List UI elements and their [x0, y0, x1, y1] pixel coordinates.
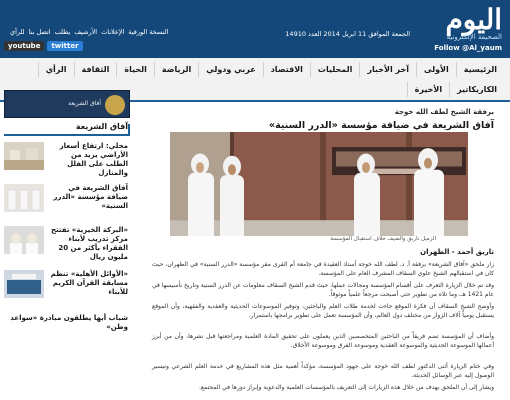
- article-photo: [170, 132, 468, 236]
- nav-item-last-page[interactable]: الأخيرة: [406, 82, 449, 97]
- nav-item-first[interactable]: الأولى: [415, 62, 456, 77]
- thumbnail-image: [4, 270, 44, 298]
- sidebar-list-item[interactable]: محلي: ارتفاع أسعار الأراضي يزيد من الطلب…: [4, 142, 130, 182]
- youtube-button[interactable]: youtube: [4, 41, 45, 51]
- photo-caption: الزميل تاربق والضيف خلاف استقبال المؤسسة: [330, 236, 436, 242]
- sidebar-section-title: آفاق الشريعة: [75, 122, 128, 131]
- sidebar-item-title: شباب أبها يطلقون مبادرة «سواعد وطن»: [10, 314, 128, 331]
- article-headline: آفاق الشريعة في ضيافة مؤسسة «الدرر السني…: [268, 120, 494, 131]
- sidebar-item-title: «البركة الخيرية» تفتتح مركز تدريب لأبناء…: [50, 226, 128, 261]
- header-link-print[interactable]: النسخة الورقية: [128, 28, 168, 36]
- sidebar-item-title: محلي: ارتفاع أسعار الأراضي يزيد من الطلب…: [59, 142, 128, 177]
- header-links: النسخة الورقية الإعلانات الأرشيف يطلب ات…: [10, 28, 168, 36]
- header-link-archive[interactable]: الأرشيف: [74, 28, 97, 36]
- nav-item-sports[interactable]: الرياضة: [153, 62, 198, 77]
- article-kicker: برفقة الشيخ لطف الله خوجة: [394, 108, 494, 116]
- sidebar-banner[interactable]: آفاق الشريعة: [4, 90, 130, 118]
- article: برفقة الشيخ لطف الله خوجة آفاق الشريعة ف…: [140, 108, 506, 400]
- sidebar-section-header: آفاق الشريعة: [4, 122, 130, 136]
- thumbnail-image: [4, 184, 44, 212]
- nav-item-culture[interactable]: الثقافة: [73, 62, 117, 77]
- header-link-request[interactable]: يطلب: [55, 28, 71, 36]
- nav-item-caricature[interactable]: الكاريكاتير: [449, 82, 504, 97]
- thumbnail-image: [4, 226, 44, 254]
- article-paragraph: ويشار إلى أن الملحق يهدف من خلال هذه الز…: [199, 384, 494, 391]
- article-paragraph: وأضاف أن المؤسسة تضم فريقاً من الباحثين …: [152, 333, 494, 349]
- sidebar-list-item[interactable]: شباب أبها يطلقون مبادرة «سواعد وطن»: [4, 314, 130, 354]
- article-paragraph: وأوضح الشيخ السقاف أن فكرة الموقع جاءت ل…: [152, 303, 494, 319]
- nav-row-primary: الرئيسية الأولى آخر الأخبار المحليات الا…: [37, 62, 504, 77]
- thumbnail-image: [4, 142, 44, 170]
- article-paragraph: زار ملحق «آفاق الشريعة» برفقة أ. د. لطف …: [152, 261, 494, 277]
- follow-link[interactable]: Follow @Al_yaum: [434, 44, 502, 52]
- sidebar-list-item[interactable]: «البركة الخيرية» تفتتح مركز تدريب لأبناء…: [4, 226, 130, 266]
- nav-item-world[interactable]: عربي ودولي: [198, 62, 262, 77]
- twitter-button[interactable]: twitter: [47, 41, 83, 51]
- nav-item-home[interactable]: الرئيسية: [455, 62, 504, 77]
- emblem-icon: [105, 95, 125, 115]
- sidebar-list-item[interactable]: «الأوائل الأهلية» تنظم مسابقة القرآن الك…: [4, 270, 130, 310]
- nav-item-local[interactable]: المحليات: [309, 62, 359, 77]
- site-header: اليوم الصحيفة الإلكترونية Follow @Al_yau…: [0, 0, 510, 58]
- site-logo[interactable]: اليوم الصحيفة الإلكترونية: [420, 5, 502, 47]
- nav-row-secondary: الكاريكاتير الأخيرة: [406, 82, 504, 97]
- sidebar-item-title: «الأوائل الأهلية» تنظم مسابقة القرآن الك…: [50, 270, 128, 296]
- nav-item-economy[interactable]: الاقتصاد: [262, 62, 310, 77]
- sidebar-list-item[interactable]: آفاق الشريعة في ضيافة مؤسسة «الدرر السني…: [4, 184, 130, 224]
- logo-text: اليوم: [445, 3, 502, 36]
- header-link-ads[interactable]: الإعلانات: [101, 28, 124, 36]
- section-marker-icon: [128, 124, 130, 134]
- sidebar: آفاق الشريعة آفاق الشريعة محلي: ارتفاع أ…: [4, 90, 130, 400]
- nav-item-opinion[interactable]: الرأي: [37, 62, 74, 77]
- nav-item-life[interactable]: الحياة: [116, 62, 154, 77]
- logo-subtitle: الصحيفة الإلكترونية: [446, 33, 502, 41]
- article-paragraph: وقد تم خلال الزيارة التعرف على أقسام الم…: [152, 282, 494, 298]
- header-link-opinion[interactable]: للرأي: [10, 28, 25, 36]
- article-byline: تاربق أحمد - الظهران: [420, 248, 494, 256]
- header-link-contact[interactable]: اتصل بنا: [29, 28, 51, 36]
- banner-title: آفاق الشريعة: [68, 100, 101, 107]
- nav-item-latest[interactable]: آخر الأخبار: [359, 62, 416, 77]
- sidebar-item-title: آفاق الشريعة في ضيافة مؤسسة «الدرر السني…: [53, 184, 128, 210]
- issue-date-info: الجمعة الموافق 11 ابريل 2014 العدد 14910: [285, 30, 410, 38]
- article-photo-image: [170, 132, 468, 236]
- article-paragraph: وفي ختام الزيارة أثنى الدكتور لطف الله خ…: [152, 363, 494, 379]
- social-buttons: youtube twitter: [4, 41, 83, 51]
